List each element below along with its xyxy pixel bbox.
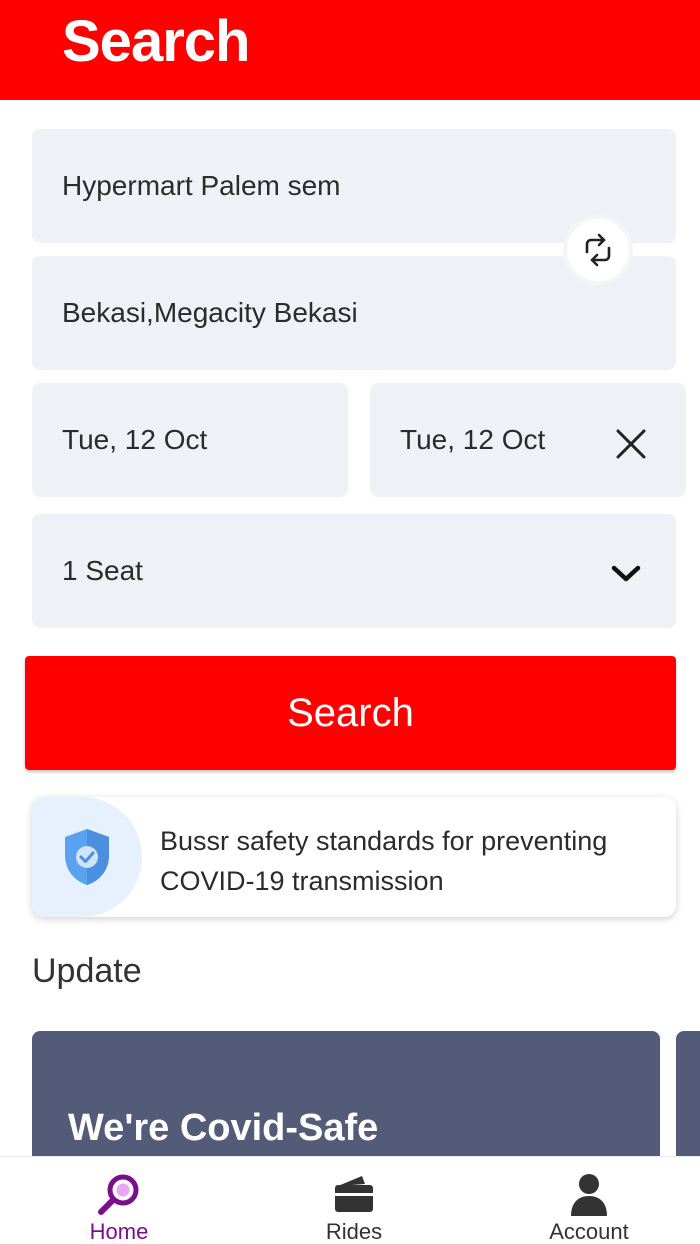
- nav-home-label: Home: [89, 1219, 149, 1244]
- destination-value: Bekasi,Megacity Bekasi: [62, 297, 358, 328]
- return-date-value: Tue, 12 Oct: [400, 424, 546, 455]
- seat-value: 1 Seat: [62, 555, 143, 586]
- wallet-icon: [335, 1176, 373, 1212]
- seat-dropdown-toggle[interactable]: [606, 556, 646, 592]
- bottom-navigation: Home Rides Account: [0, 1156, 700, 1244]
- update-card[interactable]: We're Covid-Safe: [32, 1031, 660, 1166]
- nav-rides-label: Rides: [325, 1219, 383, 1244]
- shield-check-icon: [65, 829, 109, 885]
- nav-rides[interactable]: Rides: [284, 1157, 424, 1244]
- search-button-label: Search: [287, 690, 414, 735]
- nav-account-label: Account: [549, 1219, 629, 1244]
- seat-select[interactable]: 1 Seat: [32, 514, 676, 628]
- update-card-next[interactable]: [676, 1031, 700, 1166]
- search-button[interactable]: Search: [25, 656, 676, 770]
- page-title: Search: [62, 9, 250, 74]
- safety-icon-badge: [32, 797, 142, 917]
- swap-arrows-icon: [585, 233, 611, 267]
- depart-date-value: Tue, 12 Oct: [62, 424, 208, 455]
- person-icon: [571, 1174, 607, 1216]
- updates-section-title: Update: [32, 952, 142, 990]
- depart-date-field[interactable]: Tue, 12 Oct: [32, 383, 348, 497]
- nav-account[interactable]: Account: [519, 1157, 659, 1244]
- safety-card-text: Bussr safety standards for preventing CO…: [160, 826, 608, 896]
- origin-value: Hypermart Palem sem: [62, 170, 341, 201]
- swap-button[interactable]: [567, 219, 629, 281]
- chevron-down-icon: [611, 565, 641, 582]
- app-header: Search: [0, 0, 700, 100]
- search-icon: [98, 1174, 139, 1215]
- safety-standards-card[interactable]: Bussr safety standards for preventing CO…: [32, 797, 676, 917]
- close-icon: [616, 429, 646, 459]
- clear-return-date-button[interactable]: [611, 424, 651, 464]
- nav-home[interactable]: Home: [49, 1157, 189, 1244]
- update-card-title: We're Covid-Safe: [68, 1107, 379, 1149]
